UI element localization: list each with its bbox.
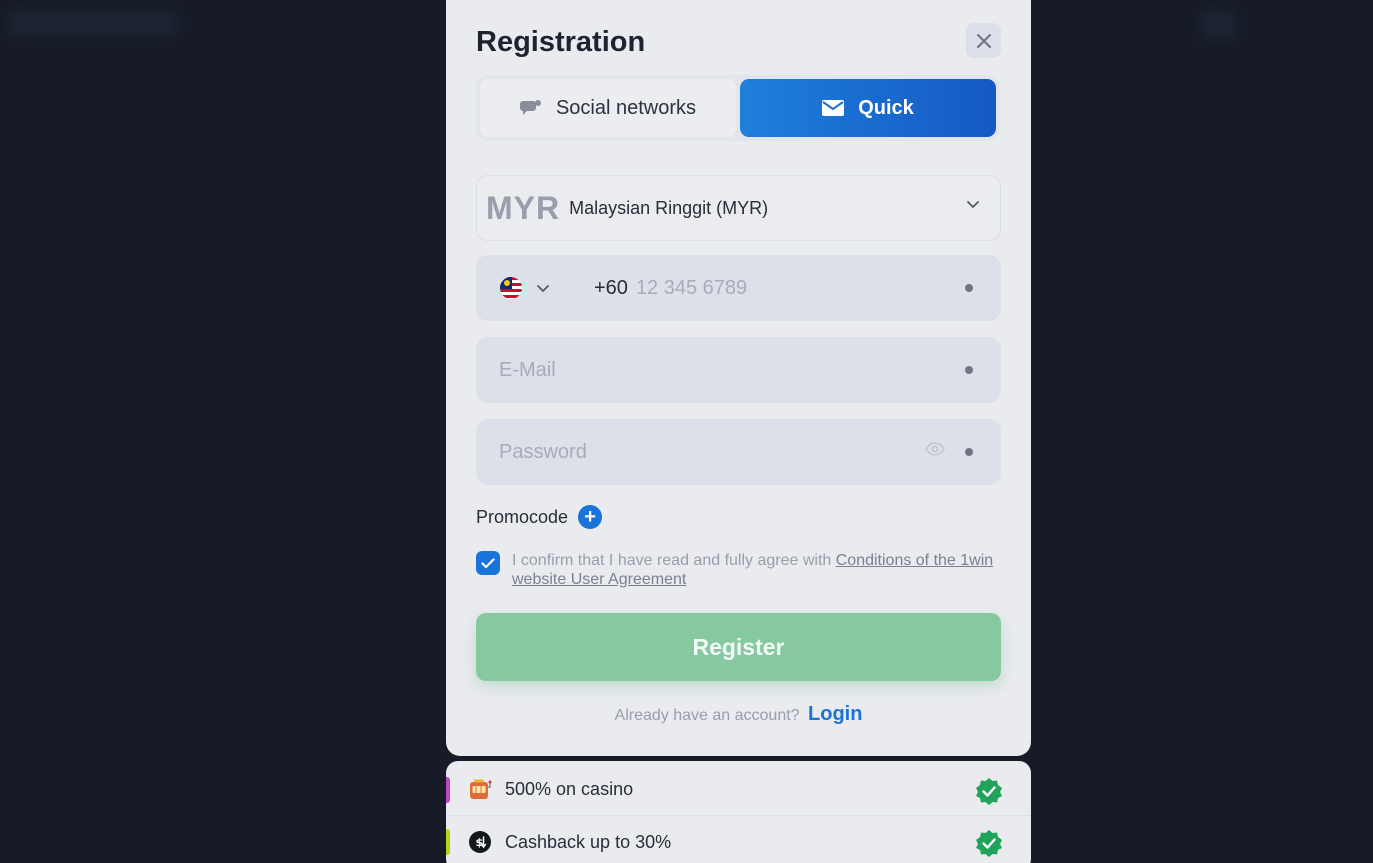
required-dot-icon <box>965 366 973 374</box>
malaysia-flag-icon[interactable] <box>500 277 522 299</box>
required-dot-icon <box>965 448 973 456</box>
bonus-accent-bar <box>446 829 450 855</box>
login-question: Already have an account? <box>614 707 800 724</box>
registration-tabs: Social networks Quick <box>476 75 1000 141</box>
bonus-text: 500% on casino <box>505 779 634 799</box>
agreement-row: I confirm that I have read and fully agr… <box>476 551 1001 589</box>
close-icon <box>976 33 991 48</box>
background-avatar <box>1200 10 1236 40</box>
chevron-down-icon <box>967 201 979 209</box>
currency-code: MYR <box>486 189 561 226</box>
promocode-toggle[interactable]: Promocode + <box>476 505 603 529</box>
password-field[interactable]: Password <box>476 419 1001 485</box>
modal-title: Registration <box>476 26 646 58</box>
bonus-item: $ Cashback up to 30% <box>446 816 1031 863</box>
registration-modal: Registration Social networks Quick MYR M… <box>446 0 1031 756</box>
currency-select[interactable]: MYR Malaysian Ringgit (MYR) <box>476 175 1001 241</box>
agreement-checkbox[interactable] <box>476 551 500 575</box>
register-button[interactable]: Register <box>476 613 1001 681</box>
bonus-item: 500% on casino <box>446 764 1031 816</box>
bonus-accent-bar <box>446 777 450 803</box>
verified-badge-icon <box>976 778 1002 805</box>
plus-icon[interactable]: + <box>578 505 603 529</box>
agreement-text: I confirm that I have read and fully agr… <box>512 551 1001 589</box>
phone-input-placeholder[interactable]: 12 345 6789 <box>636 277 747 300</box>
login-prompt: Already have an account? Login <box>446 703 1031 726</box>
tab-quick-label: Quick <box>858 96 914 119</box>
email-placeholder: E-Mail <box>499 358 556 381</box>
phone-dial-code: +60 <box>594 276 628 299</box>
agreement-intro: I confirm that I have read and fully agr… <box>512 552 836 569</box>
chat-bubble-icon <box>519 100 541 115</box>
check-icon <box>481 557 495 568</box>
slot-machine-icon <box>468 778 492 802</box>
chevron-down-icon[interactable] <box>536 283 550 293</box>
bonus-text: Cashback up to 30% <box>505 831 672 852</box>
phone-field[interactable]: +60 12 345 6789 <box>476 255 1001 321</box>
tab-social-label: Social networks <box>555 96 697 119</box>
password-placeholder: Password <box>499 440 587 463</box>
cashback-icon: $ <box>468 830 492 854</box>
login-link[interactable]: Login <box>808 703 862 725</box>
email-field[interactable]: E-Mail <box>476 337 1001 403</box>
required-dot-icon <box>965 284 973 292</box>
eye-icon[interactable] <box>925 442 945 456</box>
promocode-label: Promocode <box>476 506 569 527</box>
currency-name: Malaysian Ringgit (MYR) <box>569 197 769 218</box>
svg-text:$: $ <box>476 836 484 849</box>
background-logo <box>8 10 178 36</box>
close-button[interactable] <box>966 23 1001 58</box>
tab-social-networks[interactable]: Social networks <box>480 79 736 137</box>
envelope-icon <box>822 100 845 116</box>
verified-badge-icon <box>976 830 1002 857</box>
tab-quick[interactable]: Quick <box>740 79 996 137</box>
bonus-list: 500% on casino $ Cashback up to 30% <box>446 761 1031 863</box>
